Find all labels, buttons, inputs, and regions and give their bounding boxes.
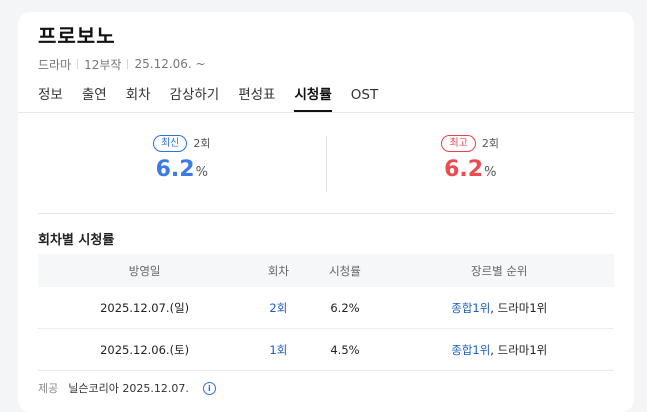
data-source: 제공 닐슨코리아 2025.12.07. i: [38, 380, 216, 396]
tab-watch[interactable]: 감상하기: [170, 84, 220, 112]
ratings-card: 프로보노 드라마 12부작 25.12.06. ~ 정보 출연 회차 감상하기 …: [18, 12, 634, 412]
program-header: 프로보노 드라마 12부작 25.12.06. ~: [38, 22, 614, 72]
col-rating: 시청률: [305, 254, 385, 287]
overall-rank-link[interactable]: 종합1위: [451, 343, 490, 357]
tab-bar: 정보 출연 회차 감상하기 편성표 시청률 OST: [38, 84, 397, 112]
episode-link[interactable]: 2회: [269, 301, 287, 315]
tab-schedule[interactable]: 편성표: [238, 84, 275, 112]
row-rating: 6.2%: [305, 287, 385, 329]
col-episode: 회차: [251, 254, 306, 287]
latest-episode: 2회: [193, 137, 211, 150]
overall-rank-link[interactable]: 종합1위: [451, 301, 490, 315]
tab-info[interactable]: 정보: [38, 84, 63, 112]
source-label: 제공: [38, 382, 59, 395]
row-date: 2025.12.06.(토): [38, 328, 252, 371]
highest-rating-value: 6.2: [444, 157, 484, 182]
latest-badge: 최신: [152, 134, 188, 152]
tab-episodes[interactable]: 회차: [126, 84, 151, 112]
genre-rank: , 드라마1위: [490, 300, 548, 315]
table-header-row: 방영일 회차 시청률 장르별 순위: [38, 254, 614, 287]
latest-rating: 최신 2회 6.2%: [38, 134, 326, 194]
col-genre-rank: 장르별 순위: [384, 254, 614, 287]
col-air-date: 방영일: [38, 254, 252, 287]
highest-badge: 최고: [441, 134, 476, 152]
rating-summary: 최신 2회 6.2% 최고 2회 6.2%: [38, 134, 614, 194]
latest-rating-unit: %: [195, 165, 208, 180]
table-row: 2025.12.06.(토) 1회 4.5% 종합1위, 드라마1위: [38, 328, 614, 371]
row-date: 2025.12.07.(일): [38, 287, 252, 329]
genre-rank: , 드라마1위: [490, 342, 548, 357]
meta-separator: [127, 59, 129, 69]
section-title: 회차별 시청률: [38, 233, 115, 248]
latest-rating-value: 6.2: [155, 157, 195, 182]
highest-rating: 최고 2회 6.2%: [327, 134, 615, 194]
source-provider: 닐슨코리아 2025.12.07.: [68, 382, 189, 395]
info-icon[interactable]: i: [202, 381, 216, 395]
tab-ratings[interactable]: 시청률: [294, 84, 332, 112]
program-meta: 드라마 12부작 25.12.06. ~: [38, 56, 614, 72]
tab-divider: [18, 112, 634, 113]
episode-ratings-table: 방영일 회차 시청률 장르별 순위 2025.12.07.(일) 2회 6.2%…: [38, 254, 614, 371]
highest-rating-unit: %: [484, 165, 497, 180]
meta-separator: [77, 59, 79, 69]
episode-link[interactable]: 1회: [269, 343, 287, 357]
row-rating: 4.5%: [305, 328, 385, 371]
highest-episode: 2회: [481, 137, 500, 150]
air-date: 25.12.06. ~: [134, 57, 206, 71]
tab-ost[interactable]: OST: [351, 84, 378, 112]
section-divider: [38, 213, 614, 214]
tab-cast[interactable]: 출연: [82, 84, 107, 112]
table-row: 2025.12.07.(일) 2회 6.2% 종합1위, 드라마1위: [38, 287, 614, 329]
genre: 드라마: [38, 57, 72, 72]
episode-count: 12부작: [84, 57, 122, 72]
program-title[interactable]: 프로보노: [38, 22, 614, 50]
